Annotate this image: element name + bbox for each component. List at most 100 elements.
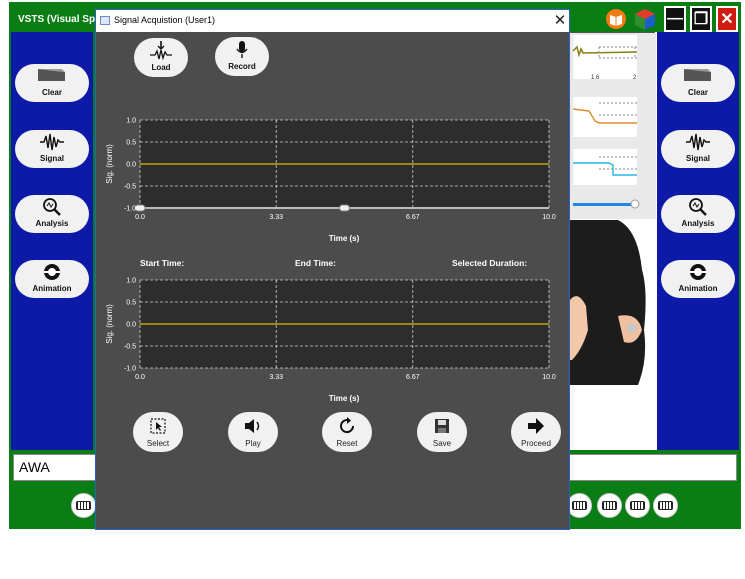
x-axis-label: Time (s): [329, 234, 360, 243]
save-icon: [417, 416, 467, 436]
y-tick-label: -1.0: [124, 206, 136, 213]
close-app-button[interactable]: ✕: [716, 6, 738, 32]
keyboard-button[interactable]: [597, 493, 622, 518]
record-label: Record: [228, 62, 256, 71]
x-axis-label: Time (s): [329, 394, 360, 403]
keyboard-button[interactable]: [653, 493, 678, 518]
load-label: Load: [151, 63, 171, 72]
save-label: Save: [432, 439, 452, 448]
keyboard-icon: [76, 501, 91, 510]
selection-handle[interactable]: [134, 204, 146, 212]
dialog-title: Signal Acquistion (User1): [114, 15, 216, 25]
select-button[interactable]: Select: [133, 412, 183, 452]
viz-tick-label: 1.6: [591, 75, 600, 81]
save-button[interactable]: Save: [417, 412, 467, 452]
signal-acquisition-dialog: Signal Acquistion (User1) ✕ Load Record …: [95, 9, 570, 530]
cube-icon[interactable]: [632, 6, 658, 32]
y-tick-label: 0.5: [126, 300, 136, 307]
clear-label: Clear: [687, 88, 708, 97]
y-axis-label: Sig. (norm): [105, 304, 114, 344]
load-button[interactable]: Load: [134, 38, 188, 77]
maximize-icon: ❐: [693, 11, 709, 28]
signal-chart-bottom[interactable]: 0.0 3.33 6.67 10.0 1.0 0.5 0.0 -0.5 -1.0 Time (s…: [96, 268, 569, 408]
head-animation: [568, 220, 657, 450]
selection-handle[interactable]: [339, 204, 350, 212]
y-tick-label: 0.5: [126, 140, 136, 147]
analysis-label: Analysis: [681, 219, 715, 228]
reset-button[interactable]: Reset: [322, 412, 372, 452]
animation-label: Animation: [32, 284, 72, 293]
dialog-close-button[interactable]: ✕: [551, 12, 569, 30]
x-tick-label: 10.0: [542, 214, 556, 221]
film-icon: [15, 262, 89, 282]
clear-button[interactable]: Clear: [15, 64, 89, 102]
x-tick-label: 10.0: [542, 374, 556, 381]
signal-chart-svg: 0.0 3.33 6.67 10.0 1.0 0.5 0.0 -0.5 -1.0 Time (s…: [105, 278, 556, 404]
analysis-button-right[interactable]: Analysis: [661, 195, 735, 233]
analysis-label: Analysis: [35, 219, 69, 228]
select-label: Select: [146, 439, 170, 448]
viz-slider-thumb[interactable]: [630, 199, 640, 209]
keyboard-icon: [602, 501, 617, 510]
x-tick-label: 3.33: [269, 374, 283, 381]
analysis-button[interactable]: Analysis: [15, 195, 89, 233]
book-icon[interactable]: [604, 6, 628, 32]
y-tick-label: 0.0: [126, 322, 136, 329]
y-tick-label: -0.5: [124, 184, 136, 191]
keyboard-icon: [658, 501, 673, 510]
eraser-icon: [15, 66, 89, 86]
x-tick-label: 6.67: [406, 214, 420, 221]
magnifier-icon: [661, 197, 735, 217]
visualization-area: 1.6 2: [568, 32, 657, 450]
maximize-button[interactable]: ❐: [690, 6, 712, 32]
close-icon: ✕: [720, 11, 734, 28]
y-tick-label: -1.0: [124, 366, 136, 373]
animation-button[interactable]: Animation: [15, 260, 89, 298]
clear-label: Clear: [41, 88, 62, 97]
arrow-right-icon: [511, 416, 561, 436]
keyboard-button[interactable]: [71, 493, 96, 518]
x-tick-label: 0.0: [135, 374, 145, 381]
window-icon: [100, 16, 110, 25]
microphone-icon: [215, 40, 269, 60]
signal-button[interactable]: Signal: [15, 130, 89, 168]
keyboard-button[interactable]: [567, 493, 592, 518]
signal-chart-svg: 0.0 3.33 6.67 10.0 1.0 0.5 0.0 -0.5 -1.0 Time (s…: [105, 118, 556, 244]
keyboard-icon: [630, 501, 645, 510]
signal-chart-top[interactable]: 0.0 3.33 6.67 10.0 1.0 0.5 0.0 -0.5 -1.0 Time (s…: [96, 108, 569, 248]
left-side-panel: Clear Signal Analysis Animation: [11, 32, 93, 450]
y-axis-label: Sig. (norm): [105, 144, 114, 184]
magnifier-icon: [15, 197, 89, 217]
signal-label: Signal: [685, 154, 710, 163]
screen: VSTS (Visual Spee — ❐ ✕ Clear Signal Ana…: [0, 0, 745, 579]
signal-button-right[interactable]: Signal: [661, 130, 735, 168]
x-tick-label: 3.33: [269, 214, 283, 221]
y-tick-label: -0.5: [124, 344, 136, 351]
end-time-label: End Time:: [295, 258, 336, 268]
animation-label: Animation: [678, 284, 718, 293]
record-button[interactable]: Record: [215, 37, 269, 76]
clear-button-right[interactable]: Clear: [661, 64, 735, 102]
waveform-icon: [661, 132, 735, 152]
film-icon: [661, 262, 735, 282]
select-icon: [133, 416, 183, 436]
keyboard-button[interactable]: [625, 493, 650, 518]
animation-button-right[interactable]: Animation: [661, 260, 735, 298]
play-button[interactable]: Play: [228, 412, 278, 452]
x-tick-label: 6.67: [406, 374, 420, 381]
viz-slider-track[interactable]: [573, 203, 637, 206]
proceed-button[interactable]: Proceed: [511, 412, 561, 452]
proceed-label: Proceed: [521, 439, 551, 448]
start-time-label: Start Time:: [140, 258, 185, 268]
y-tick-label: 0.0: [126, 162, 136, 169]
minimize-button[interactable]: —: [664, 6, 686, 32]
right-side-panel: Clear Signal Analysis Animation: [657, 32, 739, 450]
eraser-icon: [661, 66, 735, 86]
dialog-titlebar: Signal Acquistion (User1) ✕: [96, 10, 569, 32]
phoneme-text-value: AWA: [19, 459, 50, 475]
reset-label: Reset: [336, 439, 358, 448]
play-label: Play: [245, 439, 261, 448]
minimize-icon: —: [667, 10, 683, 27]
keyboard-icon: [572, 501, 587, 510]
speaker-icon: [228, 416, 278, 436]
